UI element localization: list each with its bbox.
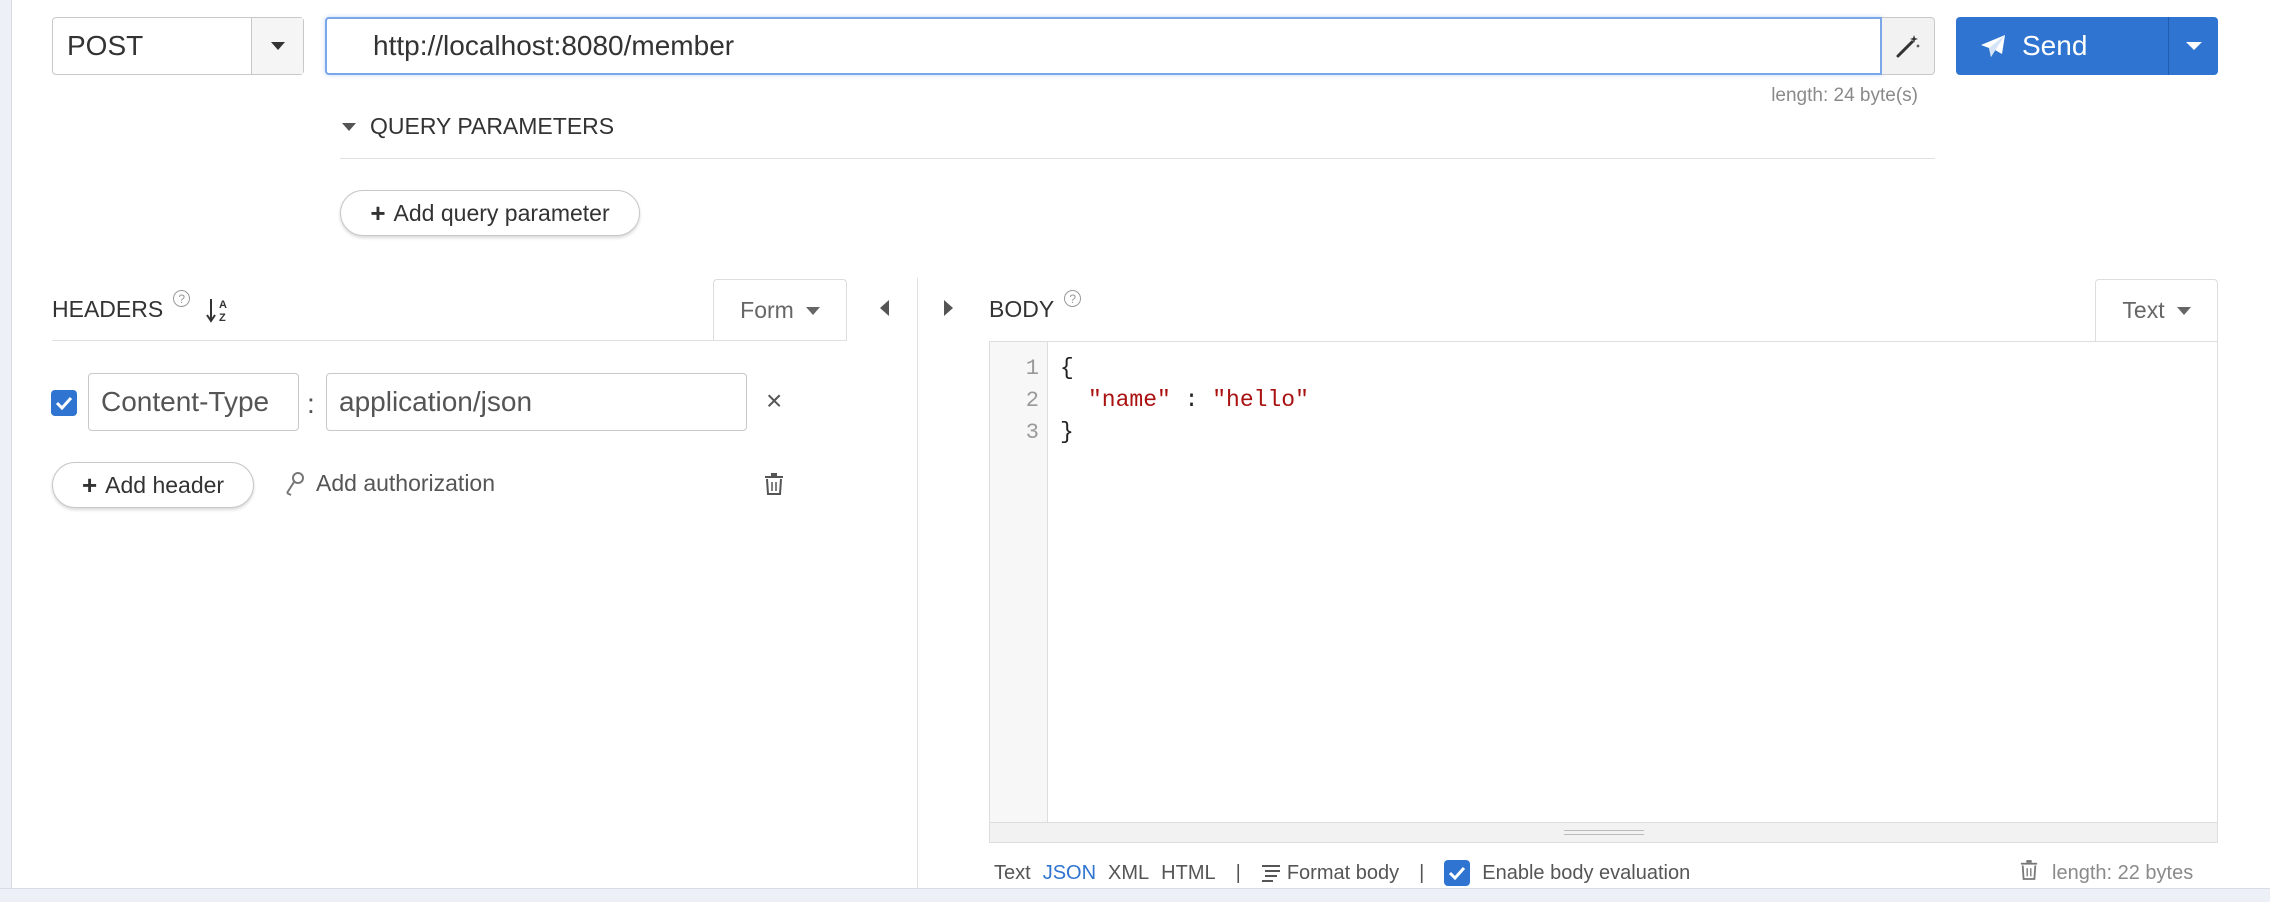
send-button[interactable]: Send bbox=[1956, 17, 2168, 75]
method-dropdown-toggle[interactable] bbox=[251, 18, 303, 74]
enable-body-evaluation-label: Enable body evaluation bbox=[1482, 861, 1691, 884]
remove-header-button[interactable]: × bbox=[766, 385, 782, 417]
format-html-link[interactable]: HTML bbox=[1161, 862, 1215, 885]
expand-right-icon[interactable] bbox=[944, 300, 953, 316]
chevron-down-icon bbox=[2176, 306, 2191, 315]
json-key: "name" bbox=[1088, 387, 1171, 413]
body-mode-select[interactable]: Text bbox=[2095, 279, 2218, 341]
header-enabled-checkbox[interactable] bbox=[51, 390, 77, 416]
collapse-left-icon[interactable] bbox=[880, 300, 889, 316]
body-editor[interactable]: 1 2 3 { "name" : "hello" } bbox=[989, 341, 2218, 843]
headers-mode-select[interactable]: Form bbox=[713, 279, 847, 341]
add-header-label: Add header bbox=[105, 471, 225, 498]
chevron-down-icon bbox=[342, 122, 356, 131]
line-number-gutter: 1 2 3 bbox=[990, 342, 1048, 822]
close-icon: × bbox=[766, 385, 783, 416]
method-value: POST bbox=[67, 30, 144, 61]
body-length-area: length: 22 bytes bbox=[2020, 860, 2193, 886]
line-number: 2 bbox=[1025, 388, 1039, 413]
headers-section-title: HEADERS ? A Z bbox=[52, 290, 230, 324]
checkmark-icon bbox=[1449, 866, 1466, 880]
format-text-link[interactable]: Text bbox=[994, 862, 1031, 885]
add-authorization-label: Add authorization bbox=[316, 470, 496, 496]
url-field[interactable] bbox=[325, 17, 1882, 75]
clear-headers-button[interactable] bbox=[764, 473, 784, 500]
panel-divider[interactable] bbox=[917, 278, 918, 888]
send-options-toggle[interactable] bbox=[2168, 17, 2218, 75]
add-query-parameter-button[interactable]: + Add query parameter bbox=[340, 190, 640, 236]
headers-mode-label: Form bbox=[740, 297, 794, 323]
grip-icon bbox=[1563, 830, 1644, 835]
line-number: 3 bbox=[1025, 420, 1039, 445]
query-parameters-title: QUERY PARAMETERS bbox=[370, 113, 615, 139]
method-select[interactable]: POST bbox=[52, 17, 304, 75]
chevron-down-icon bbox=[270, 42, 285, 50]
sort-alpha-icon[interactable]: A Z bbox=[206, 296, 230, 324]
svg-text:A: A bbox=[219, 299, 227, 311]
body-section-title: BODY ? bbox=[989, 290, 1082, 323]
header-value-input[interactable]: application/json bbox=[326, 373, 747, 431]
query-parameters-toggle[interactable]: QUERY PARAMETERS bbox=[342, 113, 614, 140]
code-line: "name" : "hello" bbox=[1088, 387, 1309, 413]
window-edge bbox=[0, 0, 12, 902]
plus-icon: + bbox=[370, 198, 386, 228]
format-json-link[interactable]: JSON bbox=[1043, 862, 1096, 885]
plus-icon: + bbox=[81, 470, 98, 500]
body-footer: Text JSON XML HTML | Format body | Enabl… bbox=[994, 860, 1690, 886]
divider bbox=[52, 340, 847, 341]
clear-body-button[interactable] bbox=[2020, 860, 2038, 886]
paper-plane-icon bbox=[1981, 35, 2005, 57]
add-header-button[interactable]: + Add header bbox=[52, 462, 254, 508]
trash-icon bbox=[2020, 860, 2038, 880]
line-number: 1 bbox=[1025, 356, 1039, 381]
checkmark-icon bbox=[55, 396, 73, 410]
divider bbox=[340, 158, 1935, 159]
trash-icon bbox=[765, 473, 783, 495]
json-separator: : bbox=[1170, 387, 1213, 413]
separator: | bbox=[1419, 861, 1425, 884]
magic-wand-icon bbox=[1896, 35, 1920, 58]
chevron-down-icon bbox=[2185, 42, 2202, 50]
body-mode-label: Text bbox=[2122, 297, 2165, 323]
header-separator: : bbox=[307, 388, 315, 419]
header-key-input[interactable]: Content-Type bbox=[88, 373, 299, 431]
add-authorization-button[interactable]: Add authorization bbox=[284, 470, 495, 497]
key-icon bbox=[286, 471, 304, 496]
url-length: length: 24 byte(s) bbox=[1771, 85, 1918, 106]
help-icon[interactable]: ? bbox=[173, 290, 191, 307]
headers-title: HEADERS bbox=[52, 296, 164, 322]
format-body-button[interactable]: Format body bbox=[1261, 862, 1399, 885]
body-length: length: 22 bytes bbox=[2052, 861, 2194, 884]
url-input[interactable] bbox=[327, 19, 1880, 73]
help-icon[interactable]: ? bbox=[1064, 290, 1082, 307]
format-xml-link[interactable]: XML bbox=[1108, 862, 1149, 885]
add-query-parameter-label: Add query parameter bbox=[393, 199, 610, 226]
json-value: "hello" bbox=[1212, 387, 1309, 413]
chevron-down-icon bbox=[805, 306, 820, 315]
separator: | bbox=[1235, 861, 1241, 884]
body-title: BODY bbox=[989, 296, 1055, 322]
format-body-label: Format body bbox=[1286, 861, 1400, 884]
enable-body-evaluation-checkbox[interactable] bbox=[1444, 860, 1471, 886]
window-bottom-edge bbox=[0, 888, 2270, 902]
align-left-icon bbox=[1261, 865, 1280, 882]
code-line: { bbox=[1060, 355, 1074, 381]
editor-resize-handle[interactable] bbox=[990, 822, 2217, 842]
code-line: } bbox=[1060, 419, 1074, 445]
send-label: Send bbox=[2022, 30, 2088, 61]
svg-text:Z: Z bbox=[219, 312, 226, 324]
url-magic-button[interactable] bbox=[1882, 17, 1935, 75]
